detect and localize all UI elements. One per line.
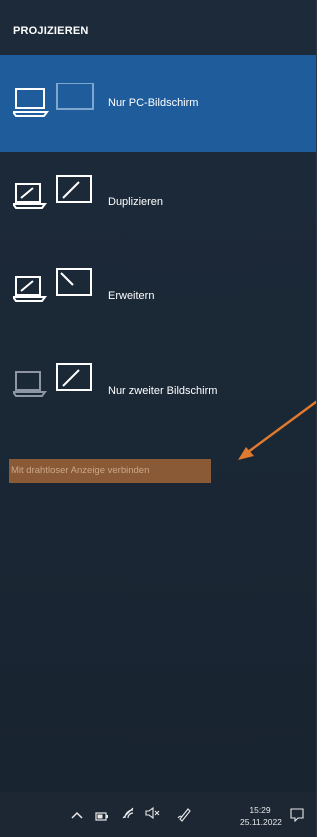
- clock-date: 25.11.2022: [240, 817, 282, 827]
- window-edge: [316, 0, 329, 837]
- extend-icon: [11, 267, 103, 312]
- option-label: Nur PC-Bildschirm: [108, 97, 199, 109]
- second-screen-only-icon: [11, 362, 103, 407]
- volume-muted-icon[interactable]: [145, 806, 161, 822]
- connect-wireless-display-link[interactable]: Mit drahtloser Anzeige verbinden: [9, 459, 211, 483]
- option-label: Nur zweiter Bildschirm: [108, 385, 218, 397]
- panel-title: PROJIZIEREN: [13, 25, 89, 37]
- battery-icon[interactable]: [95, 809, 109, 824]
- annotation-arrow-icon: [238, 397, 321, 460]
- option-label: Erweitern: [108, 290, 155, 302]
- wifi-icon[interactable]: [121, 806, 135, 823]
- notification-icon[interactable]: [290, 808, 304, 825]
- duplicate-icon: [11, 174, 103, 219]
- pen-icon[interactable]: [177, 806, 191, 825]
- option-pc-screen-only[interactable]: Nur PC-Bildschirm: [0, 55, 329, 152]
- clock-time: 15:29: [249, 805, 271, 815]
- option-duplicate[interactable]: Duplizieren: [0, 152, 329, 244]
- option-extend[interactable]: Erweitern: [0, 245, 329, 337]
- pc-screen-only-icon: [11, 82, 103, 128]
- project-panel: PROJIZIEREN Nur PC-Bildschirm Dupliziere…: [0, 0, 329, 837]
- taskbar-clock[interactable]: 15:29 25.11.2022: [240, 804, 282, 828]
- option-label: Duplizieren: [108, 196, 164, 208]
- chevron-up-icon[interactable]: [71, 808, 83, 823]
- window-edge-divider: [316, 0, 317, 837]
